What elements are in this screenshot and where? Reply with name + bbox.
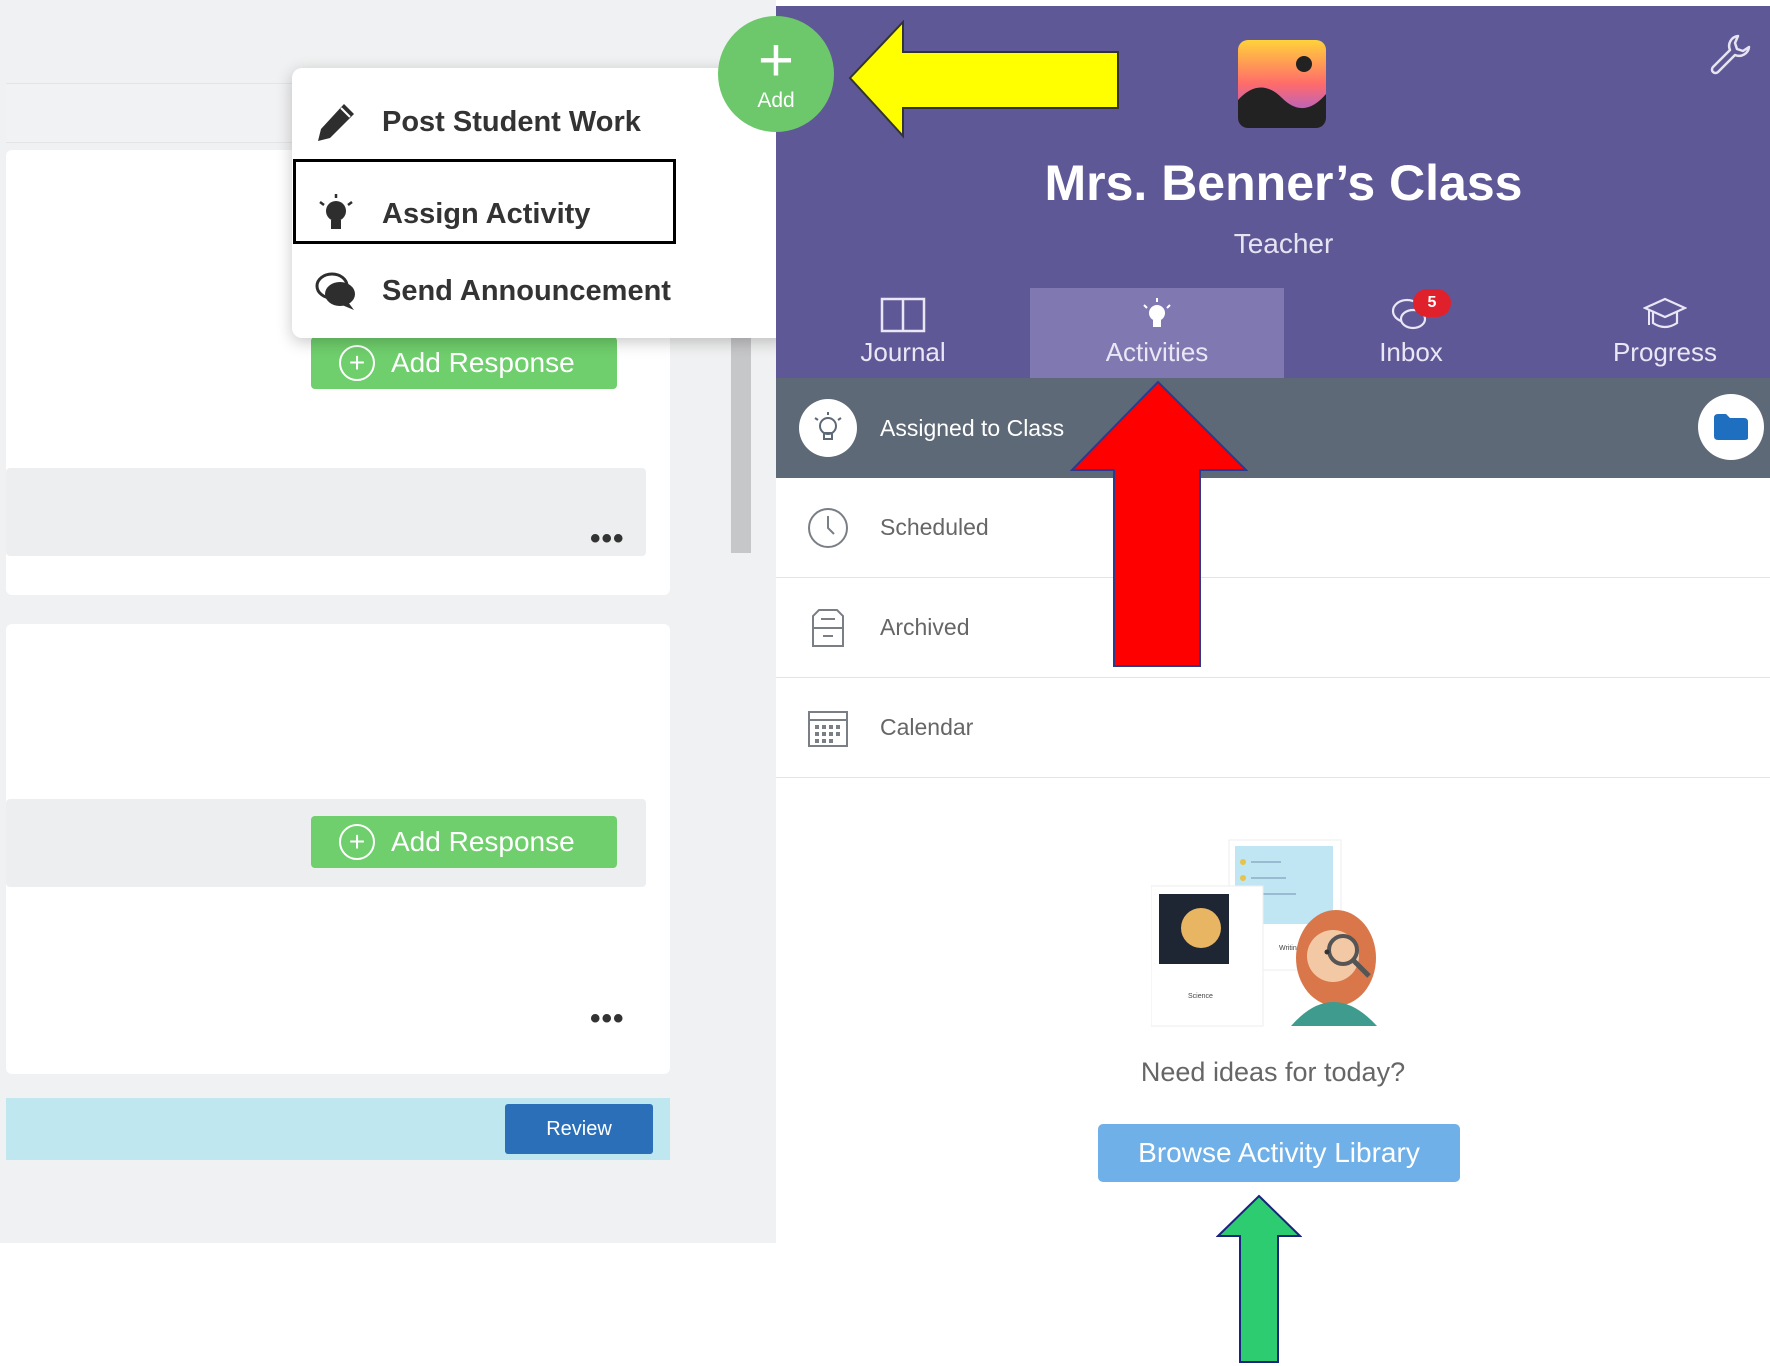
add-circle-icon: + — [339, 824, 375, 860]
lightbulb-icon — [799, 399, 857, 457]
add-response-label: Add Response — [391, 347, 575, 378]
add-response-button[interactable]: + Add Response — [311, 337, 617, 389]
tab-progress[interactable]: Progress — [1538, 288, 1770, 378]
menu-item-label: Post Student Work — [382, 105, 641, 138]
tab-journal[interactable]: Journal — [776, 288, 1030, 378]
add-circle-icon: + — [339, 345, 375, 381]
class-tabs: Journal Activities 5 Inbox Progress — [776, 288, 1770, 378]
tab-inbox[interactable]: 5 Inbox — [1284, 288, 1538, 378]
add-button[interactable]: + Add — [718, 16, 834, 132]
menu-item-label: Send Announcement — [382, 274, 671, 307]
calendar-icon — [798, 698, 858, 758]
add-response-label: Add Response — [391, 826, 575, 857]
list-item-label: Archived — [880, 614, 970, 640]
list-item-scheduled[interactable]: Scheduled — [776, 478, 1770, 578]
green-arrow-icon — [1216, 1194, 1302, 1363]
lightbulb-icon — [1139, 293, 1175, 337]
more-options-button[interactable]: ••• — [590, 522, 625, 556]
pencil-icon — [312, 98, 360, 146]
yellow-arrow-icon — [848, 20, 1119, 139]
more-options-button[interactable]: ••• — [590, 1002, 625, 1036]
tab-label: Journal — [860, 337, 946, 367]
class-panel: Mrs. Benner’s Class Teacher Journal Acti… — [776, 0, 1770, 1366]
tab-label: Activities — [1105, 337, 1209, 367]
list-item-label: Scheduled — [880, 514, 989, 540]
plus-icon: + — [757, 26, 795, 95]
archive-icon — [798, 598, 858, 658]
response-bar — [6, 468, 646, 556]
tab-label: Inbox — [1379, 337, 1443, 367]
ideas-illustration: Writing Science — [1150, 838, 1421, 1028]
lightbulb-icon-wrap — [798, 398, 858, 458]
annotation-highlight-box — [293, 159, 676, 244]
review-button[interactable]: Review — [505, 1104, 653, 1154]
chat-bubbles-icon — [312, 267, 360, 315]
red-arrow-icon — [1070, 380, 1249, 667]
add-response-button[interactable]: + Add Response — [311, 816, 617, 868]
book-icon — [880, 293, 926, 337]
svg-text:Science: Science — [1188, 993, 1213, 1000]
class-logo — [1238, 40, 1326, 128]
class-title: Mrs. Benner’s Class — [1044, 155, 1523, 211]
list-item-assigned-to-class[interactable]: Assigned to Class — [776, 378, 1770, 478]
list-item-calendar[interactable]: Calendar — [776, 678, 1770, 778]
tab-activities[interactable]: Activities — [1030, 288, 1284, 378]
feed-scrollbar[interactable] — [731, 320, 751, 553]
chat-icon: 5 — [1389, 289, 1451, 337]
list-item-archived[interactable]: Archived — [776, 578, 1770, 678]
class-role: Teacher — [1233, 228, 1334, 259]
menu-item-send-announcement[interactable]: Send Announcement — [312, 263, 671, 319]
list-item-label: Assigned to Class — [880, 414, 1065, 441]
page: + Add Response ••• + Add Response ••• Re… — [0, 0, 1770, 1366]
graduation-cap-icon — [1643, 293, 1687, 337]
ideas-prompt: Need ideas for today? — [1140, 1057, 1406, 1087]
add-button-label: Add — [757, 89, 795, 112]
clock-icon — [798, 498, 858, 558]
inbox-unread-badge: 5 — [1413, 289, 1451, 317]
menu-item-post-student-work[interactable]: Post Student Work — [312, 94, 641, 150]
folder-icon[interactable] — [1698, 394, 1764, 460]
settings-wrench-icon[interactable] — [1708, 32, 1754, 83]
browse-activity-library-button[interactable]: Browse Activity Library — [1098, 1124, 1460, 1182]
tab-label: Progress — [1612, 337, 1718, 367]
list-item-label: Calendar — [880, 714, 974, 740]
